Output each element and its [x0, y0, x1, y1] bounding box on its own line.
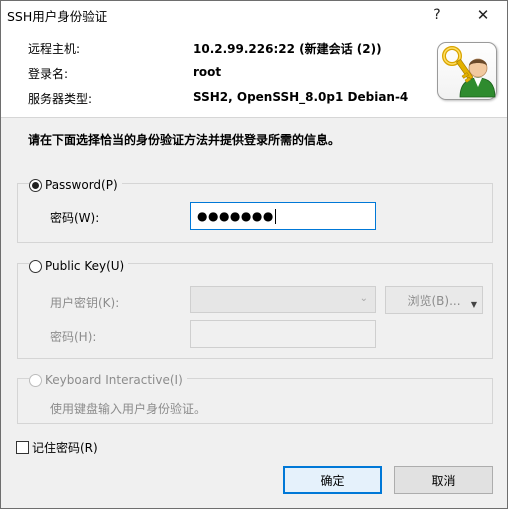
user-key-label: 用户密钥(K): [50, 296, 120, 310]
ssh-auth-dialog: SSH用户身份验证 ? ✕ 远程主机: 10.2.99.226:22 (新建会话… [0, 0, 508, 509]
password-masked-value: ●●●●●●● [197, 209, 274, 223]
header-divider [1, 117, 507, 118]
window-title: SSH用户身份验证 [7, 9, 108, 24]
login-name-label: 登录名: [28, 67, 69, 81]
ok-button[interactable]: 确定 [283, 466, 382, 494]
user-key-dropdown[interactable]: ⌄ [190, 286, 376, 313]
help-button[interactable]: ? [415, 1, 459, 28]
passphrase-input[interactable] [190, 320, 376, 348]
keyboard-interactive-description: 使用键盘输入用户身份验证。 [50, 402, 207, 416]
login-name-value: root [193, 65, 222, 79]
radio-unchecked-icon[interactable] [29, 259, 42, 273]
help-icon: ? [433, 6, 441, 23]
remember-password-checkbox[interactable]: 记住密码(R) [16, 439, 98, 456]
browse-button-label: 浏览(B)... [407, 293, 461, 308]
chevron-down-icon: ⌄ [359, 293, 368, 304]
ok-button-label: 确定 [320, 473, 345, 488]
close-button[interactable]: ✕ [461, 1, 505, 28]
radio-checked-icon[interactable] [29, 178, 42, 192]
close-icon: ✕ [476, 5, 490, 24]
passphrase-label: 密码(H): [50, 330, 97, 344]
dropdown-arrow-icon: ▼ [470, 300, 477, 309]
server-type-value: SSH2, OpenSSH_8.0p1 Debian-4 [193, 90, 409, 104]
title-bar[interactable]: SSH用户身份验证 ? ✕ [1, 1, 507, 28]
radio-disabled-icon[interactable] [29, 373, 42, 387]
password-input[interactable]: ●●●●●●● [190, 202, 376, 230]
session-info-header: 远程主机: 10.2.99.226:22 (新建会话 (2)) 登录名: roo… [1, 28, 507, 117]
keyboard-interactive-radio[interactable]: Keyboard Interactive(I) [29, 373, 187, 387]
public-key-radio-label: Public Key(U) [45, 259, 125, 273]
instruction-text: 请在下面选择恰当的身份验证方法并提供登录所需的信息。 [28, 133, 341, 147]
password-radio[interactable]: Password(P) [29, 178, 122, 192]
keyboard-interactive-label: Keyboard Interactive(I) [45, 373, 183, 387]
user-key-icon [437, 42, 497, 100]
server-type-label: 服务器类型: [28, 92, 93, 106]
cancel-button[interactable]: 取消 [394, 466, 493, 494]
cancel-button-label: 取消 [431, 473, 456, 488]
password-label: 密码(W): [50, 211, 100, 225]
browse-button[interactable]: 浏览(B)... ▼ [385, 286, 483, 314]
text-caret [274, 208, 276, 224]
remember-password-label: 记住密码(R) [32, 441, 98, 455]
password-radio-label: Password(P) [45, 178, 118, 192]
checkbox-icon[interactable] [16, 441, 29, 454]
remote-host-value: 10.2.99.226:22 (新建会话 (2)) [193, 42, 382, 56]
public-key-radio[interactable]: Public Key(U) [29, 259, 129, 273]
remote-host-label: 远程主机: [28, 42, 81, 56]
